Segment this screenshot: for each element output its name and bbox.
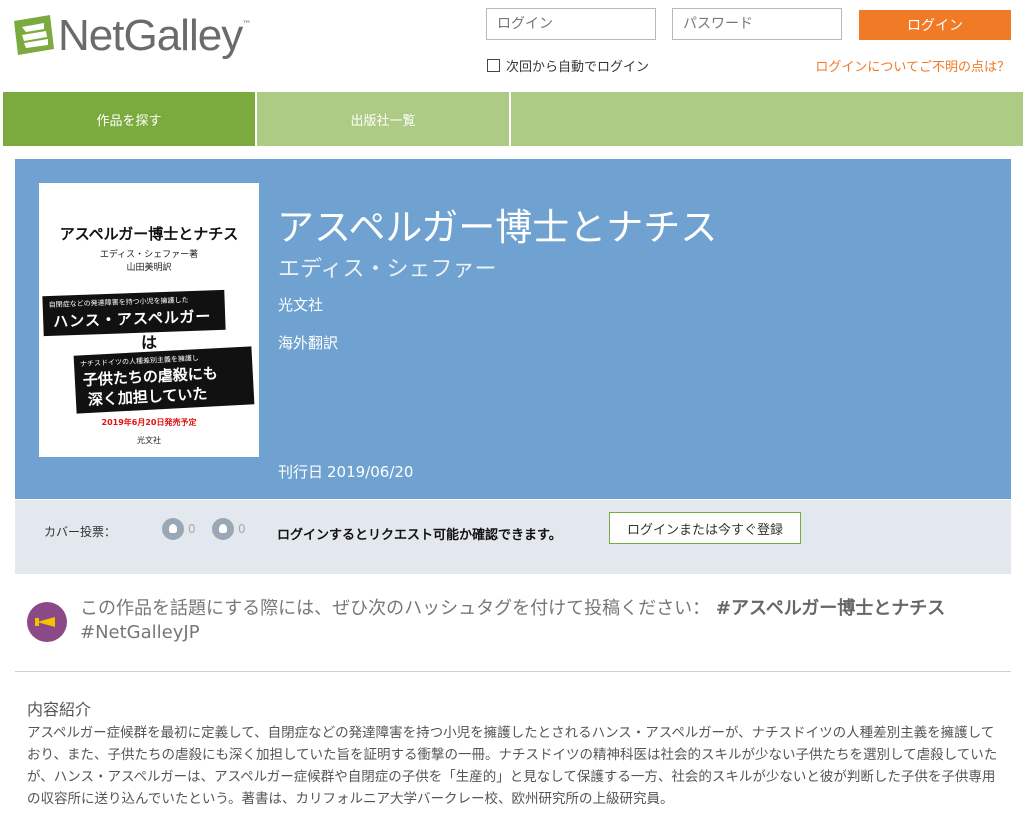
vote-like[interactable]: 0 <box>162 518 196 540</box>
hashtag-prompt-text: この作品を話題にする際には、ぜひ次のハッシュタグを付けて投稿ください： <box>80 598 711 619</box>
cover-title: アスペルガー博士とナチス <box>59 225 239 243</box>
book-title: アスペルガー博士とナチス <box>277 206 718 249</box>
netgalley-logo-icon <box>14 15 54 55</box>
cover-publisher: 光文社 <box>137 436 161 445</box>
request-info-text: ログインするとリクエスト可能か確認できます。 <box>277 528 562 543</box>
date-label: 刊行日 <box>278 463 324 481</box>
hashtag-title: #アスペルガー博士とナチス <box>715 598 946 619</box>
hashtag-prompt: この作品を話題にする際には、ぜひ次のハッシュタグを付けて投稿ください： #アスペ… <box>80 597 980 645</box>
login-help-link[interactable]: ログインについてご不明の点は？ <box>815 56 1010 75</box>
remember-checkbox[interactable] <box>487 59 500 72</box>
book-hero: アスペルガー博士とナチス エディス・シェファー著 山田美明訳 自閉症などの発達障… <box>15 159 1011 499</box>
megaphone-icon <box>27 602 67 642</box>
tab-browse-titles[interactable]: 作品を探す <box>3 92 257 146</box>
cover-band-2: ナチスドイツの人種差別主義を擁護し 子供たちの虐殺にも 深く加担していた <box>73 346 255 414</box>
netgalley-logo[interactable]: NetGalley ™ <box>14 8 251 64</box>
like-count: 0 <box>188 522 196 536</box>
cover-translator: 山田美明訳 <box>126 263 172 273</box>
remember-me[interactable]: 次回から自動でログイン <box>487 56 649 75</box>
book-publication-date: 刊行日 2019/06/20 <box>278 461 413 482</box>
date-value: 2019/06/20 <box>327 463 414 481</box>
book-cover[interactable]: アスペルガー博士とナチス エディス・シェファー著 山田美明訳 自閉症などの発達障… <box>39 183 259 457</box>
password-input[interactable] <box>672 8 842 40</box>
main-nav: 作品を探す 出版社一覧 <box>3 92 1023 146</box>
thumbs-down-icon[interactable] <box>212 518 234 540</box>
hashtag-netgalley: #NetGalleyJP <box>80 622 200 643</box>
vote-dislike[interactable]: 0 <box>212 518 246 540</box>
remember-label: 次回から自動でログイン <box>506 60 650 75</box>
section-divider <box>15 671 1011 672</box>
description-body: アスペルガー症候群を最初に定義して、自閉症などの発達障害を持つ小児を擁護したとさ… <box>27 725 998 807</box>
cover-vote-label: カバー投票： <box>44 525 117 539</box>
login-button[interactable]: ログイン <box>859 10 1011 40</box>
login-or-register-button[interactable]: ログインまたは今すぐ登録 <box>609 512 801 544</box>
book-publisher[interactable]: 光文社 <box>278 294 323 315</box>
book-author[interactable]: エディス・シェファー <box>278 251 496 283</box>
action-bar: カバー投票： 0 0 ログインするとリクエスト可能か確認できます。 ログインまた… <box>15 500 1011 574</box>
cover-band-1-large: ハンス・アスペルガー <box>52 307 212 331</box>
logo-trademark: ™ <box>242 20 252 30</box>
book-genre[interactable]: 海外翻訳 <box>278 332 338 353</box>
logo-wordmark: NetGalley <box>58 11 243 60</box>
dislike-count: 0 <box>238 522 246 536</box>
cover-author: エディス・シェファー著 <box>99 250 199 260</box>
username-input[interactable] <box>486 8 656 40</box>
tab-publishers[interactable]: 出版社一覧 <box>257 92 511 146</box>
thumbs-up-icon[interactable] <box>162 518 184 540</box>
cover-release: 2019年6月20日発売予定 <box>101 418 197 427</box>
description-heading: 内容紹介 <box>27 700 92 719</box>
